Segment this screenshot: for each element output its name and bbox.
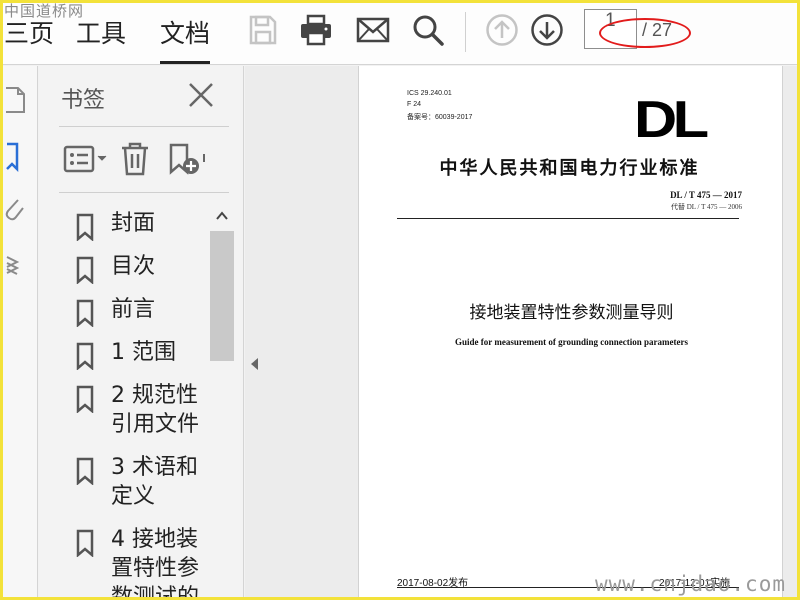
tab-tools[interactable]: 工具 — [76, 14, 126, 64]
toolbar-separator — [465, 12, 466, 52]
standard-number: DL / T 475 — 2017 — [670, 190, 742, 200]
watermark-bottom: www.cnjdao.com — [594, 572, 786, 596]
bookmark-flag-icon — [76, 529, 94, 557]
bookmark-item-scope[interactable]: 1 范围 — [39, 338, 209, 370]
bookmark-flag-icon — [76, 213, 94, 241]
add-bookmark-icon[interactable] — [167, 142, 207, 180]
bookmark-label: 封面 — [111, 211, 156, 236]
attachment-icon[interactable] — [4, 196, 26, 222]
document-viewer: ICS 29.240.01 F 24 备案号：60039-2017 DL 中华人… — [245, 66, 800, 600]
bookmark-flag-icon — [76, 256, 94, 284]
scrollbar-thumb[interactable] — [210, 231, 234, 361]
record-number: 备案号：60039-2017 — [407, 114, 473, 121]
bookmark-label: 1 范围 — [111, 340, 176, 365]
document-chinese-title: 接地装置特性参数测量导则 — [469, 303, 674, 323]
tab-document[interactable]: 文档 — [160, 14, 211, 64]
bookmark-item-terms[interactable]: 3 术语和定义 — [39, 453, 209, 511]
bookmark-list: 封面 目次 前言 1 范围 2 规范性引用文件 3 术语和定义 4 接地装置特性… — [39, 201, 209, 600]
bookmark-tools — [39, 134, 244, 184]
ics-code: ICS 29.240.01 — [407, 90, 452, 97]
page-down-icon[interactable] — [529, 12, 565, 48]
collapse-panel-icon[interactable] — [249, 357, 259, 371]
bookmark-icon[interactable] — [4, 142, 26, 173]
bookmark-item-toc[interactable]: 目次 — [39, 252, 209, 284]
panel-divider — [59, 192, 229, 193]
tab-home[interactable]: 三页 — [4, 14, 54, 64]
save-icon[interactable] — [245, 12, 281, 48]
bookmark-flag-icon — [76, 457, 94, 485]
bookmark-label: 4 接地装置特性参数测试的 — [111, 527, 200, 600]
bookmarks-title: 书签 — [61, 88, 106, 113]
replaces-standard: 代替 DL / T 475 — 2006 — [670, 203, 742, 211]
page-up-icon[interactable] — [484, 12, 520, 48]
left-icon-strip — [3, 66, 38, 600]
layers-icon[interactable] — [4, 251, 26, 277]
bookmark-item-foreword[interactable]: 前言 — [39, 295, 209, 327]
search-icon[interactable] — [410, 12, 446, 48]
bookmark-options-icon[interactable] — [63, 144, 111, 178]
document-english-title: Guide for measurement of grounding conne… — [455, 337, 688, 347]
bookmark-label: 2 规范性引用文件 — [111, 383, 200, 437]
panel-divider — [59, 126, 229, 127]
bookmark-label: 前言 — [111, 297, 156, 322]
bookmark-item-grounding-measurement[interactable]: 4 接地装置特性参数测试的 — [39, 525, 209, 600]
close-icon[interactable] — [187, 81, 215, 109]
bookmark-scrollbar[interactable] — [210, 201, 234, 600]
bookmark-flag-icon — [76, 299, 94, 327]
bookmark-item-cover[interactable]: 封面 — [39, 209, 209, 241]
f-code: F 24 — [407, 101, 422, 108]
document-page: ICS 29.240.01 F 24 备案号：60039-2017 DL 中华人… — [358, 66, 783, 600]
print-icon[interactable] — [298, 12, 334, 48]
delete-icon[interactable] — [120, 142, 150, 180]
toolbar: 中国道桥网 三页 工具 文档 1 / 27 — [0, 0, 800, 65]
bookmark-item-normative-references[interactable]: 2 规范性引用文件 — [39, 381, 209, 439]
dl-logo: DL — [634, 91, 709, 149]
page-thumbnail-icon[interactable] — [4, 86, 26, 113]
bookmark-label: 3 术语和定义 — [111, 455, 198, 509]
scroll-up-icon[interactable] — [215, 209, 229, 221]
standard-title: 中华人民共和国电力行业标准 — [439, 158, 700, 179]
bookmark-flag-icon — [76, 385, 94, 413]
bookmark-flag-icon — [76, 342, 94, 370]
email-icon[interactable] — [355, 12, 391, 48]
bookmarks-panel: 书签 封面 目次 前言 1 范围 2 规范性引用文件 3 术语和定义 4 接地装… — [39, 66, 244, 600]
header-rule — [397, 218, 739, 219]
bookmark-label: 目次 — [111, 254, 156, 279]
highlight-ellipse — [599, 18, 691, 48]
